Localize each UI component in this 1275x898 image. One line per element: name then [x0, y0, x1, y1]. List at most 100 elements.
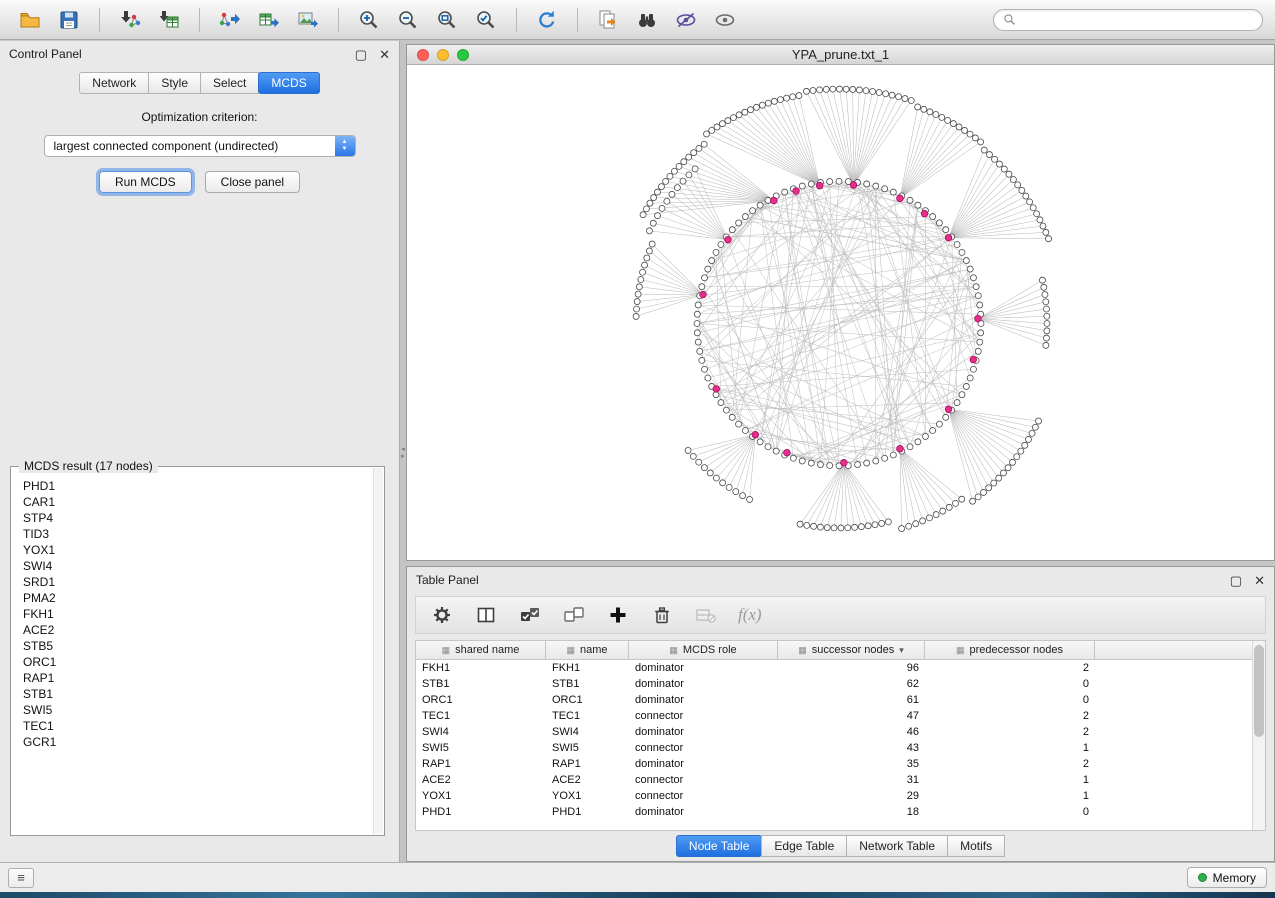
column-header-shared-name[interactable]: ▦shared name: [416, 641, 546, 659]
table-row[interactable]: STB1STB1dominator620: [416, 676, 1252, 692]
right-column: YPA_prune.txt_1 Table Panel ▢ ✕: [406, 41, 1275, 862]
deselect-all-button[interactable]: [562, 603, 586, 627]
import-table-button[interactable]: [151, 4, 187, 36]
table-cell: dominator: [629, 694, 778, 706]
result-item[interactable]: SWI5: [23, 702, 370, 718]
export-image-icon: [296, 8, 320, 32]
table-cell: SWI4: [546, 726, 629, 738]
export-table-button[interactable]: [251, 4, 287, 36]
panel-divider[interactable]: ◂▸: [400, 41, 406, 862]
table-row[interactable]: PHD1PHD1dominator180: [416, 804, 1252, 820]
import-network-button[interactable]: [112, 4, 148, 36]
result-item[interactable]: GCR1: [23, 734, 370, 750]
find-button[interactable]: [629, 4, 665, 36]
network-canvas[interactable]: [407, 65, 1274, 560]
eye-icon: [713, 8, 737, 32]
minimize-window-icon[interactable]: [437, 49, 449, 61]
column-header-name[interactable]: ▦name: [546, 641, 629, 659]
result-item[interactable]: CAR1: [23, 494, 370, 510]
float-panel-icon[interactable]: ▢: [355, 48, 367, 61]
column-options-icon[interactable]: ▦: [442, 646, 451, 655]
column-header-predecessor-nodes[interactable]: ▦predecessor nodes: [925, 641, 1095, 659]
task-history-button[interactable]: ≡: [8, 868, 34, 888]
result-item[interactable]: TEC1: [23, 718, 370, 734]
column-options-icon[interactable]: ▦: [669, 646, 678, 655]
run-mcds-button[interactable]: Run MCDS: [99, 171, 192, 193]
table-row[interactable]: ACE2ACE2connector311: [416, 772, 1252, 788]
open-file-button[interactable]: [12, 4, 48, 36]
criterion-dropdown[interactable]: largest connected component (undirected)…: [44, 135, 356, 157]
zoom-out-button[interactable]: [390, 4, 426, 36]
tab-mcds[interactable]: MCDS: [258, 72, 319, 94]
table-settings-button[interactable]: [430, 603, 454, 627]
table-scrollbar[interactable]: [1252, 641, 1265, 830]
column-header-MCDS-role[interactable]: ▦MCDS role: [629, 641, 778, 659]
network-titlebar[interactable]: YPA_prune.txt_1: [407, 45, 1274, 65]
float-panel-icon[interactable]: ▢: [1230, 574, 1242, 587]
table-cell: 2: [925, 758, 1095, 770]
refresh-button[interactable]: [529, 4, 565, 36]
table-row[interactable]: SWI4SWI4dominator462: [416, 724, 1252, 740]
result-item[interactable]: ORC1: [23, 654, 370, 670]
toolbar-separator: [516, 8, 517, 32]
column-options-icon[interactable]: ▦: [798, 646, 807, 655]
maximize-window-icon[interactable]: [457, 49, 469, 61]
result-item[interactable]: PMA2: [23, 590, 370, 606]
tab-select[interactable]: Select: [200, 72, 259, 94]
sort-direction-icon[interactable]: ▾: [899, 645, 904, 656]
tab-network-table[interactable]: Network Table: [846, 835, 948, 857]
close-panel-icon[interactable]: ✕: [379, 48, 390, 61]
divider-grip-icon[interactable]: ◂▸: [400, 446, 406, 468]
tab-network[interactable]: Network: [79, 72, 149, 94]
zoom-fit-button[interactable]: [429, 4, 465, 36]
result-item[interactable]: SRD1: [23, 574, 370, 590]
column-header-successor-nodes[interactable]: ▦successor nodes▾: [778, 641, 925, 659]
network-graph[interactable]: [407, 65, 1274, 560]
close-panel-icon[interactable]: ✕: [1254, 574, 1265, 587]
result-item[interactable]: STB5: [23, 638, 370, 654]
result-item[interactable]: ACE2: [23, 622, 370, 638]
search-input[interactable]: [1022, 13, 1253, 27]
delete-column-button[interactable]: [650, 603, 674, 627]
table-row[interactable]: SWI5SWI5connector431: [416, 740, 1252, 756]
copy-network-button[interactable]: [590, 4, 626, 36]
show-columns-button[interactable]: [474, 603, 498, 627]
table-scrollbar-thumb[interactable]: [1254, 645, 1264, 737]
close-window-icon[interactable]: [417, 49, 429, 61]
result-item[interactable]: STP4: [23, 510, 370, 526]
table-row[interactable]: YOX1YOX1connector291: [416, 788, 1252, 804]
table-row[interactable]: TEC1TEC1connector472: [416, 708, 1252, 724]
table-row[interactable]: FKH1FKH1dominator962: [416, 660, 1252, 676]
result-item[interactable]: SWI4: [23, 558, 370, 574]
tab-motifs[interactable]: Motifs: [947, 835, 1005, 857]
export-image-button[interactable]: [290, 4, 326, 36]
result-item[interactable]: PHD1: [23, 478, 370, 494]
result-item[interactable]: TID3: [23, 526, 370, 542]
show-all-button[interactable]: [707, 4, 743, 36]
column-options-icon[interactable]: ▦: [566, 646, 575, 655]
result-item[interactable]: RAP1: [23, 670, 370, 686]
add-column-button[interactable]: [606, 603, 630, 627]
close-panel-button[interactable]: Close panel: [205, 171, 300, 193]
tab-style[interactable]: Style: [148, 72, 201, 94]
table-cell: ORC1: [546, 694, 629, 706]
result-item[interactable]: FKH1: [23, 606, 370, 622]
gear-icon: [432, 605, 452, 625]
memory-button[interactable]: Memory: [1187, 867, 1267, 888]
mcds-result-list[interactable]: PHD1CAR1STP4TID3YOX1SWI4SRD1PMA2FKH1ACE2…: [23, 478, 370, 831]
result-scrollbar[interactable]: [373, 468, 383, 834]
zoom-in-button[interactable]: [351, 4, 387, 36]
table-row[interactable]: ORC1ORC1dominator610: [416, 692, 1252, 708]
tab-node-table[interactable]: Node Table: [676, 835, 763, 857]
select-all-button[interactable]: [518, 603, 542, 627]
column-options-icon[interactable]: ▦: [956, 646, 965, 655]
export-network-button[interactable]: [212, 4, 248, 36]
tab-edge-table[interactable]: Edge Table: [761, 835, 847, 857]
zoom-selected-button[interactable]: [468, 4, 504, 36]
search-box[interactable]: [993, 9, 1263, 31]
result-item[interactable]: YOX1: [23, 542, 370, 558]
table-row[interactable]: RAP1RAP1dominator352: [416, 756, 1252, 772]
hide-selected-button[interactable]: [668, 4, 704, 36]
result-item[interactable]: STB1: [23, 686, 370, 702]
save-button[interactable]: [51, 4, 87, 36]
